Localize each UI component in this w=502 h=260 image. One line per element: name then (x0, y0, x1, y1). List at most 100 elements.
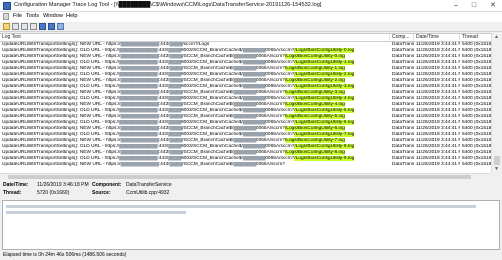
log-text-path: 8003/SCCM_BranchCache$/ (180, 108, 243, 113)
message-detail-box[interactable] (2, 200, 500, 250)
redacted-path: ████ (169, 54, 183, 59)
redacted-guid: ███████ (233, 78, 257, 83)
log-text-guid-suffix: 0065A/sccm? (255, 78, 285, 83)
highlighted-filename: /Logs/BiosConfigUtility-4.log (294, 96, 355, 101)
log-text-prefix: UpdateURLWithTransportSettings(): OLD UR… (2, 72, 120, 77)
log-text-prefix: UpdateURLWithTransportSettings(): OLD UR… (2, 96, 120, 101)
highlight-icon[interactable] (57, 23, 64, 30)
log-text-prefix: UpdateURLWithTransportSettings(): OLD UR… (2, 120, 120, 125)
log-text-guid-suffix: 0065A/sccm? (255, 90, 285, 95)
log-text-guid-suffix: 0065A/sccm? (265, 108, 295, 113)
log-text-port: :443/ (158, 162, 170, 167)
log-text-prefix: UpdateURLWithTransportSettings(): OLD UR… (2, 84, 120, 89)
highlighted-filename: /Logs/BiosConfigUtility-5.log (284, 114, 345, 119)
highlighted-filename: /Logs/BiosConfigUtility-2.log (284, 78, 345, 83)
redacted-host: ████████████ (120, 114, 159, 119)
redacted-host: ████████████ (119, 108, 158, 113)
log-row[interactable]: UpdateURLWithTransportSettings(): NEW UR… (0, 162, 491, 169)
toolbar (0, 22, 502, 32)
log-text-guid-suffix: 0065A/sccm? (265, 156, 295, 161)
log-text-prefix: UpdateURLWithTransportSettings(): NEW UR… (2, 150, 121, 155)
highlighted-filename: /Logs/BiosConfigUtility-5.log (294, 108, 355, 113)
log-text-prefix: UpdateURLWithTransportSettings(): NEW UR… (2, 78, 121, 83)
column-component[interactable]: Comp... (390, 34, 414, 41)
highlighted-filename: /Logs/BiosConfigUtility-8.log (284, 150, 345, 155)
log-text-port: :443/ (157, 120, 169, 125)
redacted-path: ████ (169, 102, 183, 107)
pause-icon[interactable] (39, 23, 46, 30)
log-text-prefix: UpdateURLWithTransportSettings(): OLD UR… (2, 48, 120, 53)
close-button[interactable]: ✕ (485, 0, 501, 12)
log-text-guid-suffix: 0065A/sccm? (265, 48, 295, 53)
column-datetime[interactable]: Date/Time (414, 34, 460, 41)
highlighted-filename: /Logs/BiosConfigUtility-0.log (284, 54, 345, 59)
document-icon (3, 13, 9, 20)
log-text-path: 8003/SCCM_BranchCache$/ (180, 48, 243, 53)
source-label: Source: (92, 190, 111, 196)
log-text-port: :443/ (157, 108, 169, 113)
redacted-host: ████████████ (119, 60, 158, 65)
print-icon[interactable] (12, 23, 19, 30)
log-text-guid-suffix: 0065A/sccm? (255, 114, 285, 119)
log-text-prefix: UpdateURLWithTransportSettings(): OLD UR… (2, 144, 120, 149)
copy-icon[interactable] (30, 23, 37, 30)
redacted-guid: ███████ (233, 114, 257, 119)
log-text-path: /SCCM_BranchCache$/ (182, 162, 234, 167)
redacted-path: ████ (169, 42, 183, 47)
redacted-host: ████████████ (120, 150, 159, 155)
stop-icon[interactable] (48, 23, 55, 30)
source-value: CcmUtilib.cpp:4932 (126, 190, 170, 196)
menu-help[interactable]: Help (66, 13, 78, 19)
vertical-scrollbar[interactable]: ▲ ▼ (491, 33, 502, 173)
log-grid[interactable]: Log Text Comp... Date/Time Thread Update… (0, 33, 491, 174)
log-text-prefix: UpdateURLWithTransportSettings(): NEW UR… (2, 102, 121, 107)
maximize-button[interactable]: □ (466, 0, 482, 12)
scroll-down-icon[interactable]: ▼ (494, 166, 499, 172)
redacted-path: ████ (169, 150, 183, 155)
redacted-guid: ███████ (233, 66, 257, 71)
redacted-host: ████████████ (119, 132, 158, 137)
horizontal-scrollbar[interactable] (0, 173, 491, 180)
minimize-button[interactable]: – (448, 0, 464, 12)
redacted-guid: ███████ (242, 96, 266, 101)
redacted-guid: ███████ (242, 84, 266, 89)
menu-file[interactable]: File (13, 13, 22, 19)
horizontal-scroll-thumb[interactable] (8, 175, 471, 179)
redacted-path: ████ (169, 126, 183, 131)
log-text-port: :443/ (158, 78, 170, 83)
redacted-guid: ███████ (233, 162, 257, 167)
elapsed-time-status: Elapsed time is 0h 24m 46s 506ms (1486.5… (3, 252, 127, 258)
log-text-guid-suffix: 0065A/sccm? (265, 144, 295, 149)
highlighted-filename: /Logs/BiosConfigUtility-3.log (294, 84, 355, 89)
redacted-path: ████ (168, 156, 181, 161)
find-icon[interactable] (21, 23, 28, 30)
log-text-path: 8003/SCCM_BranchCache$/ (180, 156, 243, 161)
details-pane: Date/Time: 11/26/2019 3:46:18 PM Compone… (0, 180, 502, 200)
log-text-path: /SCCM_BranchCache$/ (182, 90, 234, 95)
redacted-host: ████████████ (120, 126, 159, 131)
log-text-path: 8003/SCCM_BranchCache$/ (180, 144, 243, 149)
column-log-text[interactable]: Log Text (0, 34, 390, 41)
open-icon[interactable] (3, 23, 10, 30)
log-text-path: /SCCM_BranchCache$/ (182, 150, 234, 155)
redacted-host: ████████████ (120, 162, 159, 167)
redacted-guid: ███████ (242, 48, 266, 53)
scroll-thumb[interactable] (494, 156, 500, 165)
redacted-path: ████ (169, 162, 183, 167)
redacted-host: ████████████ (119, 72, 158, 77)
thread-value: 5720 (0x1660) (37, 190, 70, 196)
scroll-up-icon[interactable]: ▲ (494, 34, 499, 40)
redacted-path: ████ (168, 84, 181, 89)
column-thread[interactable]: Thread (460, 34, 491, 41)
component-label: Component: (92, 182, 122, 188)
log-text-port: :443/ (158, 66, 170, 71)
menu-window[interactable]: Window (43, 13, 63, 19)
redacted-path: ████ (169, 78, 183, 83)
log-text-prefix: UpdateURLWithTransportSettings(): NEW UR… (2, 138, 121, 143)
menu-tools[interactable]: Tools (26, 13, 39, 19)
log-text-guid-suffix: 0065A/sccm? (255, 102, 285, 107)
log-text-port: :443/ (157, 60, 169, 65)
log-text-path: /SCCM_BranchCache$/ (182, 78, 234, 83)
log-text-guid-suffix: 0065A/sccm? (255, 126, 285, 131)
datetime-cell: 11/26/2019 3:44:41 PM (416, 162, 460, 167)
